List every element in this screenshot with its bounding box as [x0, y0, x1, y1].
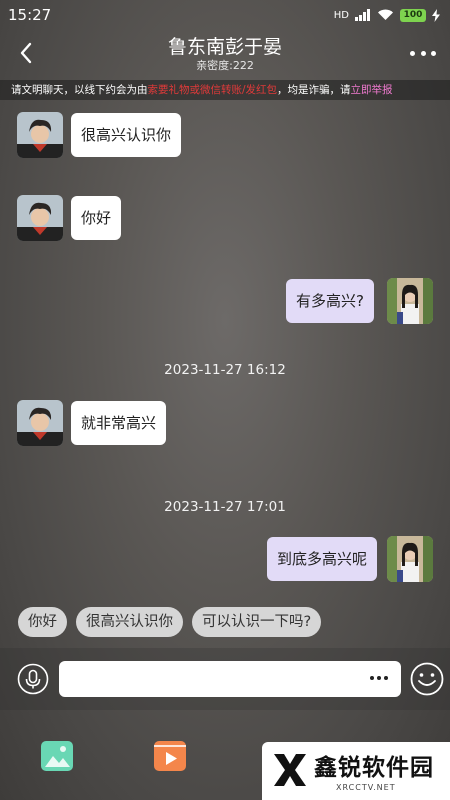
intimacy-label: 亲密度:222: [196, 59, 254, 72]
contact-avatar[interactable]: [17, 112, 63, 158]
watermark-brand: 鑫锐软件园: [314, 755, 434, 781]
more-dots-icon[interactable]: [410, 44, 436, 62]
quick-reply-chip[interactable]: 很高兴认识你: [76, 607, 183, 637]
message-bubble: 到底多高兴呢: [267, 537, 378, 581]
signal-icon: [355, 9, 370, 21]
message-bubble: 很高兴认识你: [71, 113, 182, 157]
message-bubble: 你好: [71, 196, 122, 240]
battery-indicator: 100: [400, 8, 426, 22]
network-label: HD: [333, 9, 349, 21]
my-avatar[interactable]: [387, 536, 433, 582]
safety-notice: 请文明聊天，以线下约会为由索要礼物或微信转账/发红包，均是诈骗，请立即举报: [0, 80, 450, 100]
watermark-badge: 鑫锐软件园 XRCCTV.NET: [262, 742, 450, 800]
page-title: 鲁东南彭于晏: [167, 36, 282, 58]
contact-avatar[interactable]: [17, 195, 63, 241]
message-timestamp: 2023-11-27 17:01: [164, 499, 286, 515]
status-time: 15:27: [8, 6, 52, 24]
quick-replies: 你好 很高兴认识你 可以认识一下吗?: [18, 607, 322, 637]
message-timestamp: 2023-11-27 16:12: [164, 362, 286, 378]
image-icon[interactable]: [40, 739, 74, 773]
input-bar: [0, 648, 450, 710]
notice-text: 请文明聊天，以线下约会为由: [11, 84, 148, 96]
charging-icon: [432, 8, 440, 22]
report-link[interactable]: 立即举报: [351, 84, 393, 96]
message-bubble: 就非常高兴: [71, 401, 167, 445]
chat-header: 鲁东南彭于晏 亲密度:222: [0, 30, 450, 78]
watermark-logo-icon: [274, 754, 306, 786]
message-input[interactable]: [59, 661, 401, 697]
watermark-url: XRCCTV.NET: [336, 783, 396, 792]
notice-warning-text: 索要礼物或微信转账/发红包: [147, 84, 278, 96]
my-avatar[interactable]: [387, 278, 433, 324]
contact-avatar[interactable]: [17, 400, 63, 446]
message-bubble: 有多高兴?: [286, 279, 374, 323]
wifi-icon: [378, 9, 393, 20]
quick-reply-chip[interactable]: 你好: [18, 607, 67, 637]
notice-text-2: ，均是诈骗，请: [277, 84, 351, 96]
input-more-dots-icon[interactable]: [370, 676, 388, 681]
video-icon[interactable]: [153, 739, 187, 773]
status-icons: HD 100: [333, 8, 440, 22]
status-bar: 15:27 HD 100: [0, 0, 450, 30]
mic-icon[interactable]: [17, 663, 49, 695]
quick-reply-chip[interactable]: 可以认识一下吗?: [192, 607, 322, 637]
emoji-icon[interactable]: [410, 662, 444, 696]
